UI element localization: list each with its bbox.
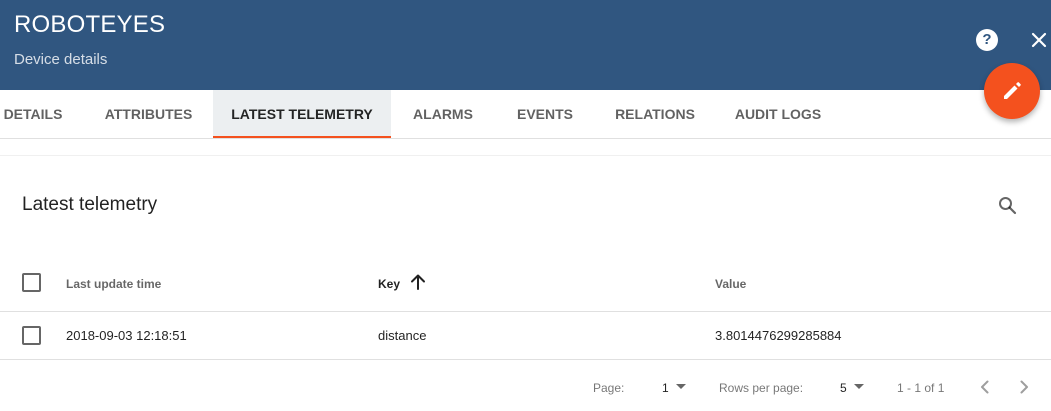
close-icon[interactable] — [1027, 27, 1051, 53]
cell-value: 3.8014476299285884 — [715, 328, 842, 343]
select-all-checkbox[interactable] — [22, 273, 41, 292]
search-icon[interactable] — [994, 192, 1022, 220]
column-header-key[interactable]: Key — [378, 277, 400, 291]
device-subtitle: Device details — [14, 51, 108, 68]
tab-audit-logs[interactable]: AUDIT LOGS — [718, 90, 838, 138]
card-title: Latest telemetry — [22, 194, 158, 215]
device-title: ROBOTEYES — [14, 11, 166, 38]
table-divider — [0, 359, 1051, 360]
cell-last-update-time: 2018-09-03 12:18:51 — [66, 328, 187, 343]
column-header-last-update-time[interactable]: Last update time — [66, 277, 161, 291]
rows-per-page-select[interactable]: 5 — [840, 381, 847, 395]
page-dropdown-icon[interactable] — [676, 384, 686, 389]
pencil-icon — [1004, 82, 1021, 99]
row-checkbox[interactable] — [22, 326, 41, 345]
arrow-up-icon[interactable] — [408, 272, 428, 292]
edit-button[interactable] — [984, 63, 1040, 119]
tab-details[interactable]: DETAILS — [0, 90, 66, 138]
chevron-left-icon[interactable] — [976, 378, 994, 396]
tab-alarms[interactable]: ALARMS — [394, 90, 492, 138]
rows-dropdown-icon[interactable] — [854, 384, 864, 389]
tab-latest-telemetry[interactable]: LATEST TELEMETRY — [213, 90, 391, 138]
page-label: Page: — [593, 381, 625, 395]
page-select[interactable]: 1 — [662, 381, 669, 395]
chevron-right-icon[interactable] — [1015, 378, 1033, 396]
tab-relations[interactable]: RELATIONS — [598, 90, 712, 138]
help-icon[interactable]: ? — [976, 29, 998, 51]
tab-attributes[interactable]: ATTRIBUTES — [90, 90, 207, 138]
pagination-range: 1 - 1 of 1 — [897, 381, 945, 395]
table-divider — [0, 311, 1051, 312]
app-header: ROBOTEYES Device details ? — [0, 0, 1051, 90]
column-header-value[interactable]: Value — [715, 277, 746, 291]
rows-per-page-label: Rows per page: — [719, 381, 804, 395]
cell-key: distance — [378, 328, 427, 343]
section-divider — [0, 155, 1051, 156]
tab-events[interactable]: EVENTS — [496, 90, 594, 138]
tab-bar: DETAILS ATTRIBUTES LATEST TELEMETRY ALAR… — [0, 90, 1051, 139]
